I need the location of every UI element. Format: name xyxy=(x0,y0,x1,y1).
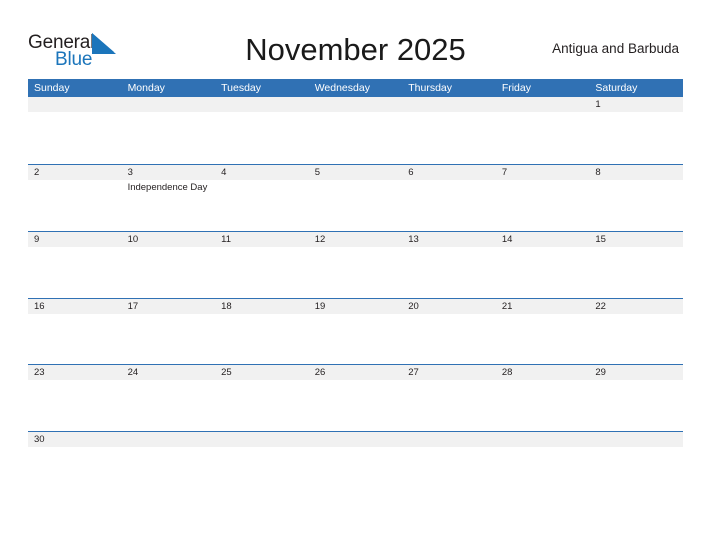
day-number: 1 xyxy=(595,99,601,110)
calendar-day-cell[interactable]: 22 xyxy=(589,299,683,365)
weekday-header-sunday: Sunday xyxy=(34,82,70,94)
calendar-day-cell-empty xyxy=(215,432,309,498)
calendar-day-cell[interactable]: 7 xyxy=(496,165,590,231)
week-cells: 23 24 25 26 27 28 29 xyxy=(28,365,683,431)
calendar-day-cell[interactable]: 1 xyxy=(589,97,683,164)
calendar-day-cell[interactable]: 27 xyxy=(402,365,496,431)
calendar-day-cell[interactable]: 13 xyxy=(402,232,496,298)
day-number: 7 xyxy=(501,167,508,178)
calendar-day-cell[interactable]: 21 xyxy=(496,299,590,365)
day-number: 12 xyxy=(314,233,326,245)
page-header: General Blue November 2025 Antigua and B… xyxy=(28,28,683,74)
day-number: 24 xyxy=(127,367,139,379)
day-number: 19 xyxy=(314,300,326,312)
calendar-day-cell[interactable]: 15 xyxy=(589,232,683,298)
calendar-day-cell-empty xyxy=(215,97,309,164)
calendar-day-cell[interactable]: 3 Independence Day xyxy=(122,165,216,231)
day-number: 21 xyxy=(501,300,513,312)
calendar-day-cell[interactable]: 12 xyxy=(309,232,403,298)
day-number: 8 xyxy=(595,167,601,178)
calendar-day-cell[interactable]: 10 xyxy=(122,232,216,298)
calendar-day-cell[interactable]: 29 xyxy=(589,365,683,431)
calendar-day-cell[interactable]: 30 xyxy=(28,432,122,498)
day-number: 30 xyxy=(34,434,45,446)
calendar-day-cell[interactable]: 16 xyxy=(28,299,122,365)
day-number: 4 xyxy=(221,167,227,178)
calendar-day-cell-empty xyxy=(122,432,216,498)
day-number: 5 xyxy=(314,167,320,178)
day-number: 28 xyxy=(501,367,513,379)
day-number: 27 xyxy=(408,367,419,379)
calendar-day-cell-empty xyxy=(309,432,403,498)
day-number: 13 xyxy=(408,233,419,245)
calendar-day-cell[interactable]: 24 xyxy=(122,365,216,431)
calendar-day-cell[interactable]: 19 xyxy=(309,299,403,365)
calendar-page: General Blue November 2025 Antigua and B… xyxy=(0,0,712,550)
calendar-grid: Sunday Monday Tuesday Wednesday Thursday… xyxy=(28,79,683,498)
calendar-day-cell-empty xyxy=(589,432,683,498)
calendar-week-row: 16 17 18 19 20 21 22 xyxy=(28,297,683,365)
calendar-day-cell-empty xyxy=(309,97,403,164)
calendar-day-cell[interactable]: 11 xyxy=(215,232,309,298)
day-number: 2 xyxy=(34,167,40,178)
day-number: 26 xyxy=(314,367,326,379)
week-cells: 16 17 18 19 20 21 22 xyxy=(28,299,683,365)
day-number: 16 xyxy=(34,300,45,312)
calendar-day-cell[interactable]: 2 xyxy=(28,165,122,231)
day-number: 25 xyxy=(221,367,232,379)
calendar-week-row: 1 xyxy=(28,97,683,164)
day-number: 29 xyxy=(595,367,606,379)
day-number: 22 xyxy=(595,300,606,312)
calendar-day-cell[interactable]: 8 xyxy=(589,165,683,231)
weekday-header-friday: Friday xyxy=(501,82,531,94)
weekday-header-tuesday: Tuesday xyxy=(221,82,262,94)
calendar-day-cell-empty xyxy=(496,97,590,164)
day-number: 15 xyxy=(595,233,606,245)
calendar-day-cell-empty xyxy=(402,97,496,164)
day-number: 17 xyxy=(127,300,139,312)
day-number: 11 xyxy=(221,233,231,245)
calendar-week-row: 2 3 Independence Day 4 5 6 7 8 xyxy=(28,164,683,231)
day-events: Independence Day xyxy=(128,182,216,194)
calendar-week-row: 9 10 11 12 13 14 15 xyxy=(28,230,683,298)
calendar-day-cell-empty xyxy=(496,432,590,498)
day-number: 18 xyxy=(221,300,232,312)
calendar-day-cell[interactable]: 26 xyxy=(309,365,403,431)
calendar-day-cell[interactable]: 23 xyxy=(28,365,122,431)
calendar-day-cell[interactable]: 25 xyxy=(215,365,309,431)
day-number: 3 xyxy=(127,167,133,178)
calendar-day-cell[interactable]: 20 xyxy=(402,299,496,365)
weekday-header-thursday: Thursday xyxy=(408,82,453,94)
day-number: 6 xyxy=(408,167,414,178)
calendar-week-row: 23 24 25 26 27 28 29 xyxy=(28,364,683,431)
calendar-day-cell[interactable]: 17 xyxy=(122,299,216,365)
calendar-day-cell[interactable]: 5 xyxy=(309,165,403,231)
day-number: 14 xyxy=(501,233,513,245)
day-number: 10 xyxy=(127,233,139,245)
calendar-day-cell[interactable]: 14 xyxy=(496,232,590,298)
day-number: 9 xyxy=(34,233,40,245)
day-number: 20 xyxy=(408,300,419,312)
weekday-header-monday: Monday xyxy=(127,82,165,94)
week-cells: 9 10 11 12 13 14 15 xyxy=(28,232,683,298)
weekday-header-saturday: Saturday xyxy=(595,82,638,94)
calendar-day-cell-empty xyxy=(28,97,122,164)
day-number: 23 xyxy=(34,367,45,379)
day-event-label: Independence Day xyxy=(127,182,208,193)
week-cells: 2 3 Independence Day 4 5 6 7 8 xyxy=(28,165,683,231)
weekday-header-wednesday: Wednesday xyxy=(314,82,370,94)
calendar-day-cell-empty xyxy=(122,97,216,164)
calendar-day-cell[interactable]: 18 xyxy=(215,299,309,365)
region-label: Antigua and Barbuda xyxy=(552,41,679,56)
calendar-day-cell[interactable]: 4 xyxy=(215,165,309,231)
calendar-day-cell[interactable]: 9 xyxy=(28,232,122,298)
week-cells: 1 xyxy=(28,97,683,164)
calendar-day-cell-empty xyxy=(402,432,496,498)
week-cells: 30 xyxy=(28,432,683,498)
calendar-week-row: 30 xyxy=(28,431,683,498)
calendar-day-cell[interactable]: 28 xyxy=(496,365,590,431)
weekday-header-row: Sunday Monday Tuesday Wednesday Thursday… xyxy=(28,79,683,97)
calendar-weeks: 1 2 3 Independence Day 4 5 6 7 8 9 10 11 12 13 14 15 16 1… xyxy=(28,97,683,498)
calendar-day-cell[interactable]: 6 xyxy=(402,165,496,231)
